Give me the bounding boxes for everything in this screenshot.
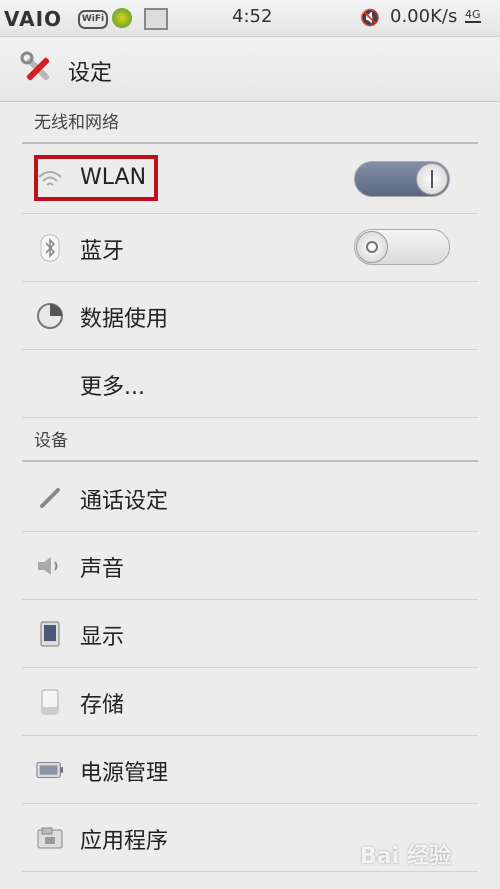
toggle-knob (416, 163, 448, 195)
page-title: 设定 (68, 61, 113, 86)
storage-icon (36, 688, 64, 716)
battery-icon (36, 756, 64, 784)
section-header-wireless: 无线和网络 (22, 104, 478, 144)
settings-item-label: 声音 (80, 557, 125, 582)
settings-item-sound[interactable]: 声音 (22, 532, 478, 600)
phone-icon (36, 484, 64, 512)
bluetooth-icon (36, 234, 64, 262)
title-bar: 设定 (0, 37, 500, 102)
wifi-badge-icon: WiFi (78, 10, 108, 29)
status-time: 4:52 (232, 6, 273, 27)
signal-badge: 4G (465, 8, 481, 23)
bluetooth-toggle[interactable] (354, 229, 450, 265)
settings-item-display[interactable]: 显示 (22, 600, 478, 668)
settings-item-more[interactable]: 更多... (22, 350, 478, 418)
wlan-highlight-box (34, 155, 158, 201)
settings-item-label: 更多... (80, 375, 145, 400)
mute-icon: 🔇 (360, 8, 380, 27)
settings-item-data-usage[interactable]: 数据使用 (22, 282, 478, 350)
settings-item-label: 蓝牙 (80, 239, 125, 264)
settings-item-label: 显示 (80, 625, 125, 650)
settings-item-call[interactable]: 通话设定 (22, 464, 478, 532)
settings-item-storage[interactable]: 存储 (22, 668, 478, 736)
toggle-knob (356, 231, 388, 263)
image-notification-icon (144, 8, 168, 30)
status-bar: VAIO WiFi 4:52 🔇 0.00K/s 4G (0, 0, 500, 37)
app-notification-icon (112, 8, 132, 28)
baidu-watermark: Bai 经验 (360, 844, 451, 869)
apps-icon (36, 824, 64, 852)
settings-item-bluetooth[interactable]: 蓝牙 (22, 214, 478, 282)
settings-item-label: 通话设定 (80, 489, 169, 514)
settings-item-label: 存储 (80, 693, 125, 718)
settings-item-label: 数据使用 (80, 307, 169, 332)
display-icon (36, 620, 64, 648)
net-speed: 0.00K/s (390, 6, 458, 27)
settings-item-label: 电源管理 (80, 761, 169, 786)
wlan-toggle[interactable] (354, 161, 450, 197)
settings-item-power[interactable]: 电源管理 (22, 736, 478, 804)
settings-item-label: 应用程序 (80, 829, 169, 854)
brand-logo: VAIO (4, 7, 63, 31)
data-usage-icon (36, 302, 64, 330)
section-header-device: 设备 (22, 422, 478, 462)
speaker-icon (36, 552, 64, 580)
settings-tools-icon (20, 51, 56, 87)
